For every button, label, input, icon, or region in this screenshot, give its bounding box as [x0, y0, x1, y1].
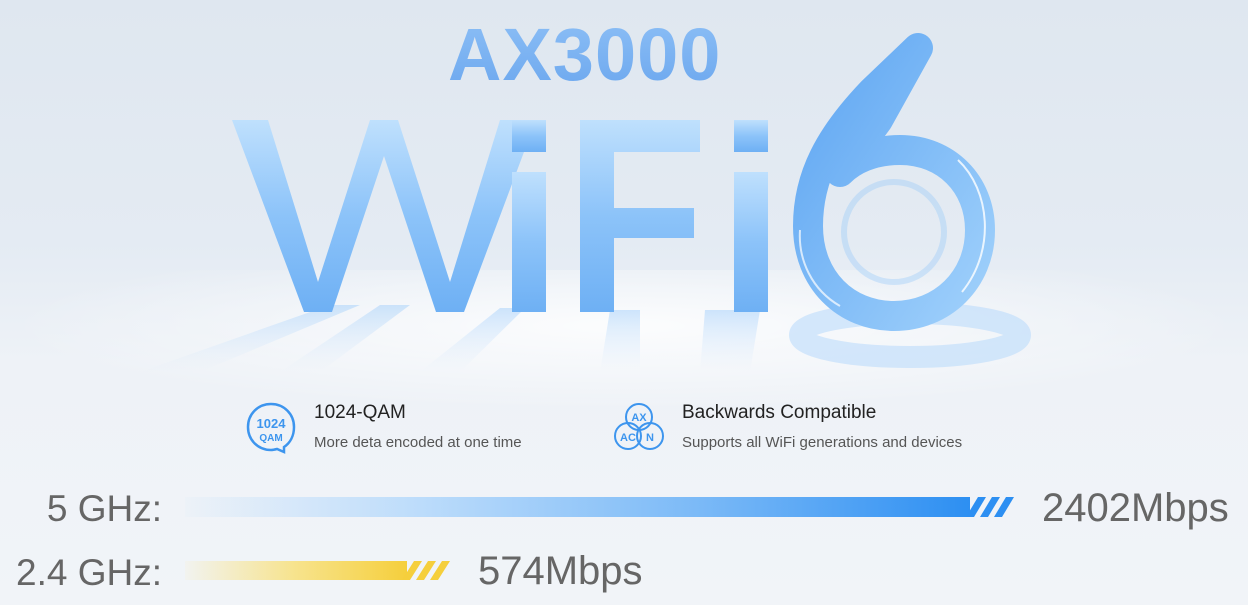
band-24ghz-label: 2.4 GHz:	[16, 552, 162, 593]
feature-text: Backwards Compatible Supports all WiFi g…	[682, 400, 962, 451]
letter-i-dot	[512, 120, 546, 152]
feature-title: Backwards Compatible	[682, 402, 877, 423]
band-24ghz-bar	[185, 561, 407, 580]
qam-icon-top: 1024	[257, 416, 287, 431]
band-24ghz-value: 574Mbps	[478, 549, 643, 593]
n-label: N	[646, 432, 654, 444]
ac-label: AC	[620, 432, 636, 444]
feature-title: 1024-QAM	[314, 402, 406, 423]
feature-text: 1024-QAM More deta encoded at one time	[314, 400, 522, 451]
number-six	[793, 33, 995, 331]
band-5ghz-bar	[185, 497, 970, 517]
ax-ac-n-icon: AX AC N	[614, 403, 664, 450]
feature-1024-qam: 1024 QAM 1024-QAM More deta encoded at o…	[244, 400, 522, 454]
letter-w	[232, 120, 536, 312]
band-5ghz-label: 5 GHz:	[46, 488, 162, 529]
letter-f	[580, 120, 700, 312]
qam-icon-bottom: QAM	[259, 433, 282, 444]
letter-i-stem	[512, 172, 546, 312]
letter-i2-stem	[734, 172, 768, 312]
band-5ghz-value: 2402Mbps	[1042, 486, 1229, 530]
feature-subtitle: More deta encoded at one time	[314, 434, 522, 451]
ax-label: AX	[631, 412, 647, 424]
feature-subtitle: Supports all WiFi generations and device…	[682, 434, 963, 451]
letter-i2-dot	[734, 120, 768, 152]
feature-backwards-compatible: AX AC N Backwards Compatible Supports al…	[612, 400, 962, 454]
band-24ghz-stripes	[402, 561, 450, 580]
band-5ghz-stripes	[966, 497, 1014, 517]
model-title: AX3000	[448, 13, 722, 96]
qam-badge-icon: 1024 QAM	[246, 402, 296, 454]
